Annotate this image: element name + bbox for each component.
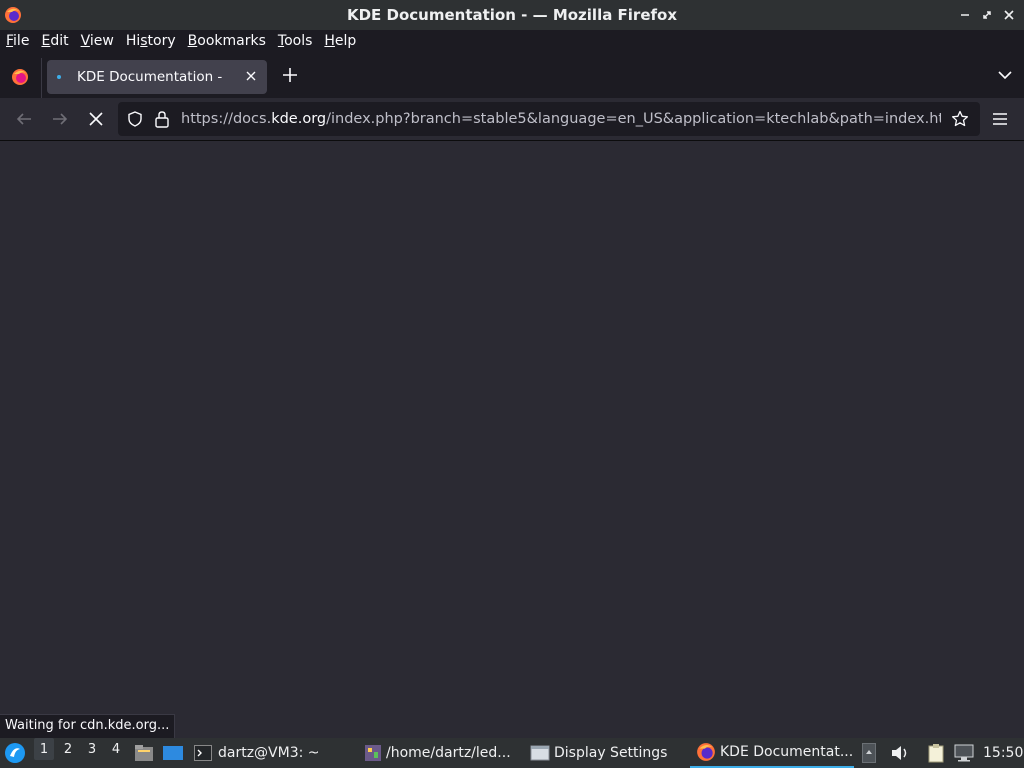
firefox-icon — [697, 743, 715, 761]
window-titlebar: KDE Documentation - — Mozilla Firefox — [0, 0, 1024, 30]
menu-help[interactable]: Help — [318, 30, 362, 52]
close-window-button[interactable] — [1000, 6, 1018, 24]
task-display-settings[interactable]: Display Settings — [530, 738, 680, 768]
address-bar[interactable]: https://docs.kde.org/index.php?branch=st… — [118, 102, 980, 136]
desktop-2[interactable]: 2 — [58, 738, 78, 760]
desktop-1[interactable]: 1 — [34, 738, 54, 760]
chevron-down-icon — [998, 71, 1012, 80]
minimize-icon — [961, 14, 969, 16]
clock[interactable]: 15:50 — [983, 738, 1023, 768]
tab-close-button[interactable] — [241, 69, 261, 85]
shield-icon[interactable] — [127, 111, 143, 127]
file-manager-launcher[interactable] — [134, 738, 154, 768]
task-terminal[interactable]: dartz@VM3: ~ — [194, 738, 344, 768]
clipboard-button[interactable] — [926, 738, 946, 768]
window-title: KDE Documentation - — Mozilla Firefox — [346, 6, 678, 24]
maximize-button[interactable] — [978, 6, 996, 24]
folder-icon — [135, 745, 153, 761]
image-viewer-icon — [365, 745, 381, 761]
navigation-toolbar: https://docs.kde.org/index.php?branch=st… — [0, 98, 1024, 141]
new-tab-button[interactable] — [279, 64, 301, 86]
menu-view[interactable]: View — [75, 30, 120, 52]
taskbar: 1 2 3 4 dartz@VM3: ~ /home/dartz/led... … — [0, 738, 1024, 768]
task-firefox[interactable]: KDE Documentat... — [690, 738, 854, 768]
restore-icon — [983, 11, 991, 19]
tray-scroll-button[interactable] — [862, 738, 876, 768]
firefox-view-icon[interactable] — [11, 68, 29, 86]
lock-icon[interactable] — [154, 110, 170, 128]
scroll-up-icon — [862, 743, 876, 763]
plus-icon — [283, 68, 297, 82]
task-label: Display Settings — [554, 745, 668, 761]
status-panel: Waiting for cdn.kde.org... — [0, 714, 176, 739]
task-files[interactable]: /home/dartz/led... — [364, 738, 524, 768]
close-icon — [246, 71, 256, 81]
loading-favicon-icon — [57, 75, 61, 79]
forward-button[interactable] — [48, 107, 72, 131]
back-button[interactable] — [12, 107, 36, 131]
menu-history[interactable]: History — [120, 30, 182, 52]
menu-file[interactable]: File — [0, 30, 35, 52]
volume-button[interactable] — [890, 738, 910, 768]
task-label: KDE Documentat... — [720, 744, 854, 760]
arrow-left-icon — [16, 113, 31, 125]
menu-tools[interactable]: Tools — [272, 30, 319, 52]
tab-label: KDE Documentation - — [77, 69, 223, 85]
network-button[interactable] — [954, 738, 974, 768]
tab-separator — [41, 58, 42, 98]
start-menu-icon — [5, 743, 25, 763]
desktop-4[interactable]: 4 — [106, 738, 126, 760]
star-icon[interactable] — [951, 110, 969, 128]
firefox-icon — [5, 7, 21, 23]
menu-edit[interactable]: Edit — [35, 30, 74, 52]
desktop-icon — [163, 746, 183, 760]
close-icon — [89, 112, 103, 126]
terminal-icon — [194, 745, 212, 761]
arrow-right-icon — [53, 113, 68, 125]
hamburger-menu-icon — [993, 113, 1007, 125]
stop-loading-button[interactable] — [84, 107, 108, 131]
application-launcher[interactable] — [4, 738, 26, 768]
network-icon — [954, 744, 974, 762]
speaker-icon — [892, 746, 907, 760]
display-settings-icon — [530, 745, 550, 761]
close-icon — [1004, 10, 1014, 20]
menu-bar: File Edit View History Bookmarks Tools H… — [0, 30, 1024, 52]
tab-kde-documentation[interactable]: KDE Documentation - — [47, 60, 267, 94]
list-all-tabs-button[interactable] — [994, 64, 1016, 86]
show-desktop-launcher[interactable] — [162, 738, 184, 768]
page-content[interactable] — [0, 141, 1024, 738]
task-label: /home/dartz/led... — [386, 745, 511, 761]
clipboard-icon — [928, 744, 944, 763]
menu-bookmarks[interactable]: Bookmarks — [182, 30, 272, 52]
desktop-3[interactable]: 3 — [82, 738, 102, 760]
task-label: dartz@VM3: ~ — [218, 745, 320, 761]
app-menu-button[interactable] — [988, 107, 1012, 131]
tab-bar: KDE Documentation - — [0, 52, 1024, 98]
minimize-button[interactable] — [956, 6, 974, 24]
url-text[interactable]: https://docs.kde.org/index.php?branch=st… — [181, 102, 941, 136]
